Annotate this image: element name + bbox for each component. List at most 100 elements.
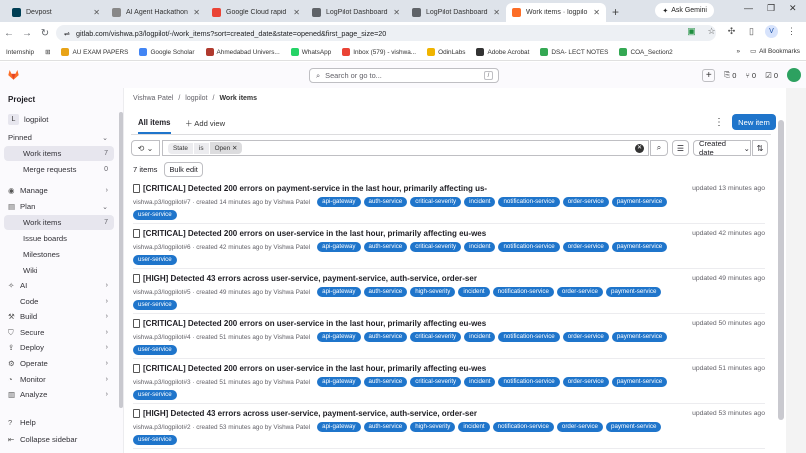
browser-tab[interactable]: Work items · logpilo ✕: [506, 3, 606, 22]
menu-kebab-icon[interactable]: ⋮: [785, 25, 798, 38]
label-badge[interactable]: order-service: [562, 377, 609, 387]
label-badge[interactable]: payment-service: [611, 377, 668, 387]
sidebar-item-pinned[interactable]: Pinned ⌄: [4, 130, 114, 145]
label-badge[interactable]: order-service: [562, 332, 609, 342]
bookmark-item[interactable]: Google Scholar: [139, 48, 195, 56]
label-badge[interactable]: api-gateway: [317, 332, 361, 342]
extension-icon[interactable]: ▣: [685, 25, 698, 38]
label-badge[interactable]: auth-service: [363, 287, 408, 297]
sort-dropdown[interactable]: Created date ⌄: [693, 139, 751, 157]
label-badge[interactable]: payment-service: [611, 332, 668, 342]
more-actions-icon[interactable]: ⋮: [714, 117, 724, 128]
label-badge[interactable]: user-service: [133, 255, 177, 265]
label-badge[interactable]: order-service: [562, 197, 609, 207]
label-badge[interactable]: critical-severity: [410, 242, 462, 252]
sidebar-item-manage[interactable]: ◉ Manage ›: [4, 183, 114, 198]
label-badge[interactable]: notification-service: [492, 422, 554, 432]
todos-count[interactable]: ☑ 0: [765, 71, 778, 80]
filter-token-value[interactable]: Open ✕: [209, 142, 243, 154]
more-bookmarks-icon[interactable]: »: [737, 48, 741, 55]
label-badge[interactable]: order-service: [562, 242, 609, 252]
sidebar-item-ai[interactable]: ✧ AI ›: [4, 278, 114, 293]
sidebar-item-analyze[interactable]: ▥ Analyze ›: [4, 387, 114, 402]
bookmark-item[interactable]: Inbox (579) - vishwa...: [342, 48, 416, 56]
bookmark-item[interactable]: Ahmedabad Univers...: [205, 48, 280, 56]
browser-tab[interactable]: Devpost ✕: [6, 3, 106, 22]
sidebar-item-wiki[interactable]: Wiki: [4, 263, 114, 278]
bookmark-star-icon[interactable]: ☆: [705, 25, 718, 38]
tab-close-icon[interactable]: ✕: [193, 8, 200, 17]
browser-tab[interactable]: AI Agent Hackathon | ✕: [106, 3, 206, 22]
issues-count[interactable]: ⎘ 0: [724, 70, 736, 80]
main-scrollbar[interactable]: [778, 120, 784, 420]
label-badge[interactable]: auth-service: [363, 197, 408, 207]
label-badge[interactable]: user-service: [133, 435, 177, 445]
sidebar-item-build[interactable]: ⚒ Build ›: [4, 309, 114, 324]
new-tab-icon[interactable]: +: [606, 5, 625, 22]
label-badge[interactable]: auth-service: [363, 377, 408, 387]
reload-icon[interactable]: ↻: [36, 28, 54, 39]
list-item[interactable]: [HIGH] Detected 43 errors across user-se…: [133, 269, 765, 314]
collapse-sidebar-button[interactable]: ⇤ Collapse sidebar: [4, 432, 114, 447]
label-badge[interactable]: notification-service: [498, 332, 560, 342]
sidebar-scrollbar[interactable]: [119, 112, 123, 408]
list-item[interactable]: [CRITICAL] Detected 200 errors on paymen…: [133, 179, 765, 224]
filter-token-operator[interactable]: is: [193, 142, 209, 154]
label-badge[interactable]: notification-service: [498, 197, 560, 207]
label-badge[interactable]: payment-service: [606, 287, 662, 297]
label-badge[interactable]: api-gateway: [317, 287, 361, 297]
label-badge[interactable]: user-service: [133, 300, 177, 310]
label-badge[interactable]: payment-service: [611, 197, 668, 207]
label-badge[interactable]: payment-service: [611, 242, 668, 252]
work-item-title[interactable]: [CRITICAL] Detected 200 errors on paymen…: [133, 184, 487, 193]
breadcrumb-current[interactable]: Work items: [219, 95, 257, 102]
sidebar-item-operate[interactable]: ⚙ Operate ›: [4, 356, 114, 371]
bookmark-item[interactable]: Internship: [6, 49, 34, 56]
label-badge[interactable]: api-gateway: [317, 197, 361, 207]
label-badge[interactable]: incident: [464, 377, 496, 387]
create-new-button[interactable]: +: [702, 68, 716, 82]
help-button[interactable]: ? Help: [4, 415, 114, 430]
search-input[interactable]: ⌕ Search or go to... /: [309, 68, 499, 83]
label-badge[interactable]: user-service: [133, 345, 177, 355]
sidebar-project-link[interactable]: Llogpilot: [4, 112, 114, 127]
sidebar-item-merge-requests[interactable]: Merge requests 0: [4, 162, 114, 177]
label-badge[interactable]: incident: [464, 197, 496, 207]
work-item-title[interactable]: [HIGH] Detected 43 errors across user-se…: [133, 409, 477, 418]
sidebar-item-work-items[interactable]: Work items 7: [4, 146, 114, 161]
label-badge[interactable]: notification-service: [498, 242, 560, 252]
sidebar-item-issue-boards[interactable]: Issue boards: [4, 231, 114, 246]
extensions-puzzle-icon[interactable]: ✣: [725, 25, 738, 38]
breadcrumb-user[interactable]: Vishwa Patel: [133, 95, 173, 102]
label-badge[interactable]: incident: [458, 422, 490, 432]
ask-gemini-button[interactable]: ✦ Ask Gemini: [655, 3, 714, 18]
bookmark-item[interactable]: COA_Section2: [619, 48, 673, 56]
label-badge[interactable]: auth-service: [363, 332, 408, 342]
label-badge[interactable]: api-gateway: [317, 242, 361, 252]
bookmark-item[interactable]: OdinLabs: [427, 48, 465, 56]
work-item-title[interactable]: [CRITICAL] Detected 200 errors on user-s…: [133, 319, 486, 328]
add-view-button[interactable]: ＋ Add view: [185, 118, 225, 129]
label-badge[interactable]: critical-severity: [410, 197, 462, 207]
work-item-title[interactable]: [CRITICAL] Detected 200 errors on user-s…: [133, 229, 486, 238]
filter-input[interactable]: State is Open ✕ ✕: [162, 140, 649, 156]
label-badge[interactable]: user-service: [133, 390, 177, 400]
site-info-icon[interactable]: ⇌: [64, 29, 70, 38]
label-badge[interactable]: critical-severity: [410, 332, 462, 342]
label-badge[interactable]: auth-service: [363, 242, 408, 252]
sidebar-item-monitor[interactable]: ◔ Monitor ›: [4, 372, 114, 387]
tab-close-icon[interactable]: ✕: [493, 8, 500, 17]
minimize-icon[interactable]: —: [744, 3, 753, 13]
bulk-edit-button[interactable]: Bulk edit: [164, 161, 203, 177]
tab-close-icon[interactable]: ✕: [393, 8, 400, 17]
work-item-title[interactable]: [CRITICAL] Detected 200 errors on user-s…: [133, 364, 486, 373]
label-badge[interactable]: payment-service: [606, 422, 662, 432]
label-badge[interactable]: incident: [458, 287, 490, 297]
tab-all-items[interactable]: All items: [138, 118, 171, 134]
label-badge[interactable]: api-gateway: [317, 422, 361, 432]
user-avatar[interactable]: [787, 68, 801, 82]
sidebar-item-work-items[interactable]: Work items 7: [4, 215, 114, 230]
list-item[interactable]: [CRITICAL] Detected 200 errors on user-s…: [133, 224, 765, 269]
bookmark-item[interactable]: AU EXAM PAPERS: [61, 48, 128, 56]
label-badge[interactable]: user-service: [133, 210, 177, 220]
